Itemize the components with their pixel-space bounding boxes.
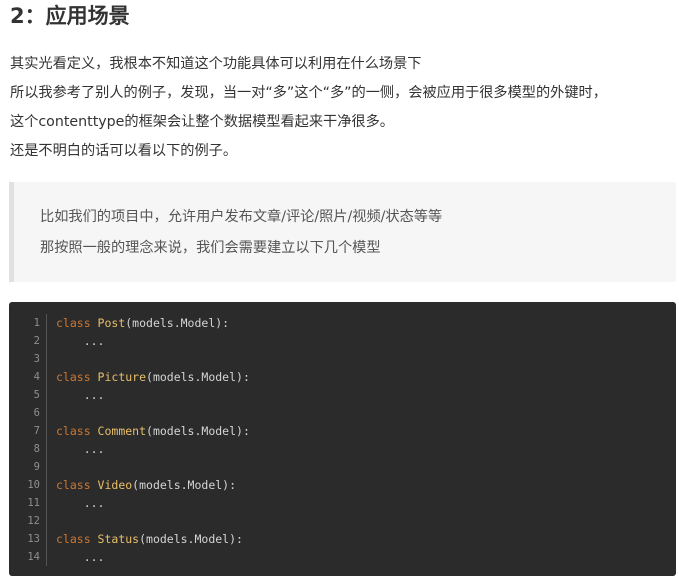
section-heading: 2：应用场景: [10, 4, 130, 28]
code-text-token: ...: [56, 334, 105, 348]
code-line: ...: [56, 548, 250, 566]
code-line: ...: [56, 332, 250, 350]
class-name-token: Post: [97, 316, 126, 330]
paragraph-line: 还是不明白的话可以看以下的例子。: [10, 143, 238, 159]
code-text-token: ...: [56, 442, 105, 456]
code-line: class Comment(models.Model):: [56, 422, 250, 440]
code-line: ...: [56, 440, 250, 458]
code-line: class Post(models.Model):: [56, 314, 250, 332]
line-number: 3: [33, 353, 40, 365]
keyword-token: class: [56, 532, 98, 546]
line-number: 4: [33, 371, 40, 383]
line-number: 13: [27, 533, 40, 545]
class-name-token: Status: [97, 532, 140, 546]
paragraph-line: 这个contenttype的框架会让整个数据模型看起来干净很多。: [10, 114, 394, 130]
blockquote: 比如我们的项目中，允许用户发布文章/评论/照片/视频/状态等等 那按照一般的理念…: [9, 182, 676, 282]
intro-paragraphs: 其实光看定义，我根本不知道这个功能具体可以利用在什么场景下 所以我参考了别人的例…: [10, 50, 675, 166]
line-number: 12: [27, 515, 40, 527]
quote-line: 比如我们的项目中，允许用户发布文章/评论/照片/视频/状态等等: [40, 209, 443, 225]
line-number: 1: [33, 317, 40, 329]
line-number: 14: [27, 551, 40, 563]
code-text-token: ...: [56, 550, 105, 564]
line-number: 5: [33, 389, 40, 401]
paragraph-line: 所以我参考了别人的例子，发现，当一对“多”这个“多”的一侧，会被应用于很多模型的…: [10, 85, 607, 101]
quote-line: 那按照一般的理念来说，我们会需要建立以下几个模型: [40, 240, 381, 256]
line-number: 11: [27, 497, 40, 509]
code-text-token: (models.Model):: [146, 370, 250, 384]
line-number: 9: [33, 461, 40, 473]
keyword-token: class: [56, 478, 98, 492]
code-line: class Status(models.Model):: [56, 530, 250, 548]
class-name-token: Picture: [97, 370, 147, 384]
keyword-token: class: [56, 370, 98, 384]
code-lines: class Post(models.Model): ... class Pictu…: [56, 314, 250, 566]
code-text-token: ...: [56, 496, 105, 510]
code-text-token: ...: [56, 388, 105, 402]
code-line: ...: [56, 386, 250, 404]
code-line: ...: [56, 494, 250, 512]
keyword-token: class: [56, 316, 98, 330]
code-text-token: (models.Model):: [146, 424, 250, 438]
paragraph-line: 其实光看定义，我根本不知道这个功能具体可以利用在什么场景下: [10, 56, 422, 72]
line-number: 10: [27, 479, 40, 491]
code-text-token: (models.Model):: [139, 532, 243, 546]
line-number: 8: [33, 443, 40, 455]
line-number-gutter: 1 2 3 4 5 6 7 8 9 10 11 12 13 14: [9, 314, 47, 566]
code-text-token: (models.Model):: [132, 478, 237, 492]
code-line: class Video(models.Model):: [56, 476, 250, 494]
line-number: 6: [33, 407, 40, 419]
line-number: 2: [33, 335, 40, 347]
line-number: 7: [33, 425, 40, 437]
article-page: 2：应用场景 其实光看定义，我根本不知道这个功能具体可以利用在什么场景下 所以我…: [0, 0, 679, 579]
code-text-token: (models.Model):: [125, 316, 230, 330]
class-name-token: Comment: [97, 424, 147, 438]
class-name-token: Video: [97, 478, 133, 492]
keyword-token: class: [56, 424, 98, 438]
code-line: class Picture(models.Model):: [56, 368, 250, 386]
code-block[interactable]: 1 2 3 4 5 6 7 8 9 10 11 12 13 14 class Post(models.Mo…: [9, 302, 676, 576]
